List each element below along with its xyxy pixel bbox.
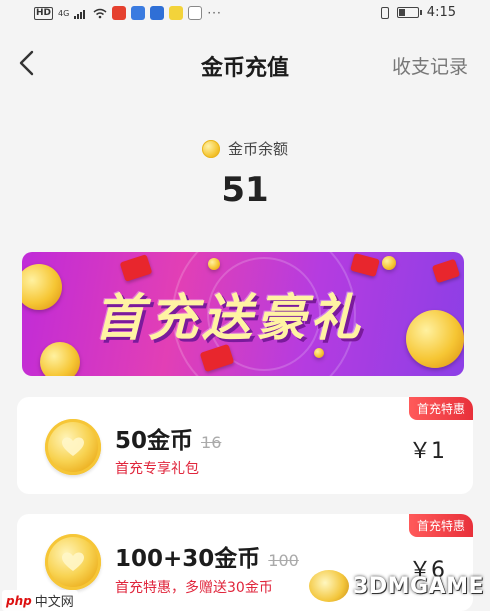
- red-envelope-decoration: [431, 258, 461, 284]
- coin-decoration: [406, 310, 464, 368]
- php-watermark-text: 中文网: [34, 595, 74, 610]
- package-name: 100+30金币 100: [115, 539, 299, 573]
- package-price: ￥1: [409, 439, 445, 464]
- original-price: 16: [201, 433, 222, 452]
- php-logo-text: php: [6, 593, 32, 608]
- package-coin-amount: 50金币: [115, 428, 194, 454]
- first-recharge-banner[interactable]: 首充送豪礼: [22, 252, 464, 376]
- heart-icon: [62, 552, 84, 571]
- more-notifications-icon: ···: [207, 6, 222, 20]
- battery-icon: [396, 7, 422, 18]
- package-description: 首充专享礼包: [115, 461, 199, 477]
- coin-decoration: [40, 342, 80, 376]
- coin-icon: [45, 419, 101, 475]
- coin-decoration: [22, 264, 62, 310]
- php-watermark: php 中文网: [2, 590, 78, 611]
- original-price: 100: [268, 551, 299, 570]
- banner-headline: 首充送豪礼: [94, 289, 364, 347]
- page-header: 金币充值 收支记录: [0, 36, 490, 90]
- app-notification-icon: [131, 6, 146, 20]
- 3dm-watermark: 3DMGAME: [309, 570, 484, 602]
- signal-label: 4G: [58, 8, 70, 18]
- clock: 4:15: [426, 5, 456, 20]
- coin-icon: [45, 534, 101, 590]
- wifi-icon: [93, 8, 107, 18]
- signal-icon: [74, 9, 86, 19]
- coin-decoration: [208, 258, 220, 270]
- promo-badge: 首充特惠: [408, 397, 473, 420]
- transaction-records-link[interactable]: 收支记录: [392, 52, 468, 79]
- app-notification-icon: [188, 6, 203, 20]
- balance-label: 金币余额: [227, 140, 288, 158]
- app-notification-icon: [112, 6, 127, 20]
- status-bar: HD 4G ··· 4:15: [0, 0, 490, 28]
- mascot-logo-icon: [309, 570, 350, 602]
- battery-level: [398, 9, 405, 16]
- 3dm-watermark-text: 3DMGAME: [353, 573, 484, 599]
- vibrate-icon: [380, 6, 389, 19]
- package-card[interactable]: 50金币 16 首充专享礼包 首充特惠 ￥1: [17, 397, 473, 494]
- balance-label-row: 金币余额: [0, 138, 490, 159]
- app-notification-icon: [169, 6, 184, 20]
- promo-badge: 首充特惠: [408, 514, 473, 537]
- hd-indicator: HD: [34, 6, 54, 20]
- app-notification-icon: [150, 6, 165, 20]
- coin-icon: [201, 139, 220, 158]
- coin-decoration: [382, 256, 396, 270]
- balance-value: 51: [221, 170, 269, 210]
- heart-icon: [62, 437, 84, 456]
- status-left: HD 4G ···: [34, 6, 222, 20]
- status-right: 4:15: [380, 5, 456, 20]
- package-coin-amount: 100+30金币: [115, 546, 261, 572]
- package-name: 50金币 16: [115, 421, 221, 455]
- red-envelope-decoration: [350, 252, 380, 278]
- package-description: 首充特惠，多赠送30金币: [115, 580, 273, 596]
